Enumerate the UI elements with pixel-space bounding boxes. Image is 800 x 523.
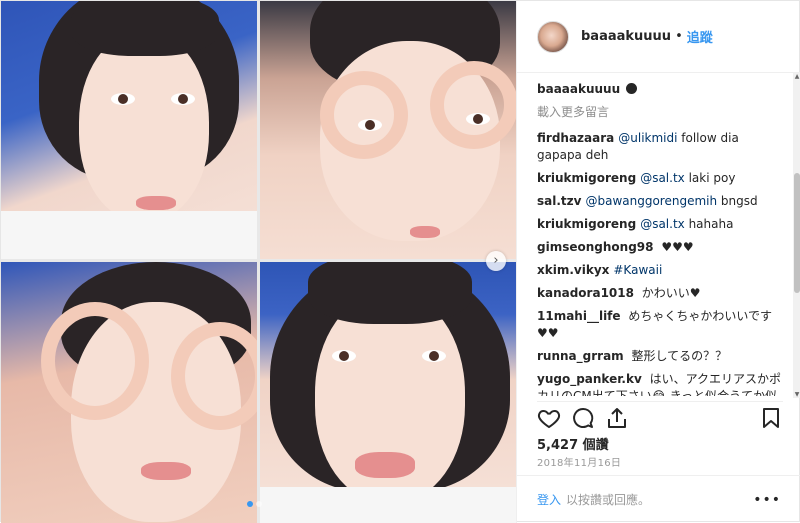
- login-link[interactable]: 登入: [537, 491, 561, 508]
- comment-mention[interactable]: @sal.tx: [640, 171, 685, 185]
- comment-item: runna_grram 整形してるの？？: [537, 348, 787, 365]
- face-shape: [79, 31, 209, 221]
- carousel-next-button[interactable]: ›: [486, 251, 506, 271]
- chevron-right-icon: ›: [493, 253, 499, 268]
- carousel-dots: [247, 501, 262, 507]
- comment-mention[interactable]: @sal.tx: [640, 217, 685, 231]
- comment-item: sal.tzv @bawanggorengemih bngsd: [537, 193, 787, 210]
- photo-tile-top-right: [260, 1, 516, 259]
- instagram-post: › baaaakuuuu • 追蹤 baaaakuuuu 載入更多留言 fird…: [0, 0, 800, 523]
- comment-text: hahaha: [688, 217, 734, 231]
- comment-item: kriukmigoreng @sal.tx hahaha: [537, 216, 787, 233]
- bangs-shape: [71, 1, 219, 56]
- action-bar: [537, 401, 783, 434]
- scrollbar-thumb[interactable]: [794, 173, 800, 293]
- comment-username[interactable]: sal.tzv: [537, 194, 581, 208]
- more-options-icon[interactable]: •••: [753, 492, 781, 508]
- comment-username[interactable]: 11mahi__life: [537, 309, 621, 323]
- mouth-shape: [410, 226, 440, 238]
- comment-mention[interactable]: @bawanggorengemih: [585, 194, 717, 208]
- carousel-dot: [256, 501, 262, 507]
- caption: baaaakuuuu: [537, 81, 787, 98]
- post-date: 2018年11月16日: [537, 458, 622, 469]
- comment-username[interactable]: kriukmigoreng: [537, 217, 636, 231]
- header-username[interactable]: baaaakuuuu: [581, 29, 671, 44]
- comment-mention[interactable]: @ulikmidi: [618, 131, 677, 145]
- like-count[interactable]: 5,427 個讚: [537, 434, 609, 453]
- caption-username[interactable]: baaaakuuuu: [537, 82, 620, 96]
- comment-username[interactable]: yugo_panker.kv: [537, 372, 642, 386]
- hand-shape: [320, 71, 408, 159]
- comment-item: firdhazaara @ulikmidi follow dia gapapa d…: [537, 130, 787, 164]
- comment-item: xkim.vikyx #Kawaii: [537, 262, 787, 279]
- hand-shape: [41, 302, 149, 420]
- shirt-shape: [1, 211, 257, 259]
- comment-item: 11mahi__life めちゃくちゃかわいいです♥♥: [537, 308, 787, 342]
- hand-shape: [430, 61, 516, 149]
- mouth-shape: [136, 196, 176, 210]
- load-more-comments-button[interactable]: 載入更多留言: [537, 104, 787, 121]
- post-side-panel: baaaakuuuu • 追蹤 baaaakuuuu 載入更多留言 firdha…: [516, 1, 800, 523]
- comment-text: かわいい♥: [641, 286, 701, 300]
- photo-tile-bottom-right: [260, 262, 516, 523]
- follow-button[interactable]: 追蹤: [687, 27, 713, 46]
- photo-tile-top-left: [1, 1, 257, 259]
- caption-emoji-icon: [626, 83, 638, 94]
- comment-text: laki poy: [688, 171, 736, 185]
- comment-text: 整形してるの？？: [631, 349, 728, 363]
- eye-shape: [171, 93, 195, 105]
- comment-item: gimseonghong98 ♥♥♥: [537, 239, 787, 256]
- login-bar: 登入 以按讚或回應。 •••: [517, 475, 800, 523]
- photo-tile-bottom-left: [1, 262, 257, 523]
- comment-username[interactable]: gimseonghong98: [537, 240, 653, 254]
- header-separator: •: [675, 29, 683, 44]
- avatar[interactable]: [537, 20, 569, 53]
- post-image-collage[interactable]: ›: [1, 1, 516, 523]
- eye-shape: [466, 113, 490, 125]
- comment-username[interactable]: runna_grram: [537, 349, 624, 363]
- comment-username[interactable]: kanadora1018: [537, 286, 634, 300]
- eye-shape: [358, 119, 382, 131]
- comment-item: yugo_panker.kv はい、アクエリアスかポカリのCM出て下さい😂 きっ…: [537, 371, 787, 396]
- comments-list[interactable]: baaaakuuuu 載入更多留言 firdhazaara @ulikmidi f…: [537, 81, 787, 396]
- comment-username[interactable]: kriukmigoreng: [537, 171, 636, 185]
- comment-text: ♥♥♥: [661, 240, 694, 254]
- scroll-up-arrow-icon[interactable]: ▲: [793, 73, 800, 80]
- comment-username[interactable]: firdhazaara: [537, 131, 614, 145]
- heart-icon[interactable]: [537, 406, 561, 430]
- comment-mention[interactable]: #Kawaii: [613, 263, 662, 277]
- login-prompt-text: 以按讚或回應。: [566, 493, 651, 507]
- eye-shape: [332, 350, 356, 362]
- comment-items: firdhazaara @ulikmidi follow dia gapapa d…: [537, 130, 787, 396]
- scroll-down-arrow-icon[interactable]: ▼: [793, 391, 800, 398]
- comment-username[interactable]: xkim.vikyx: [537, 263, 609, 277]
- bookmark-icon[interactable]: [759, 406, 783, 430]
- comments-scrollbar[interactable]: ▲ ▼: [793, 73, 800, 398]
- shirt-shape: [260, 487, 516, 523]
- bangs-shape: [308, 262, 472, 324]
- carousel-dot: [247, 501, 253, 507]
- comment-item: kanadora1018 かわいい♥: [537, 285, 787, 302]
- eye-shape: [422, 350, 446, 362]
- mouth-shape: [141, 462, 191, 480]
- comment-text: bngsd: [720, 194, 758, 208]
- share-icon[interactable]: [605, 406, 629, 430]
- post-header: baaaakuuuu • 追蹤: [517, 1, 800, 73]
- eye-shape: [111, 93, 135, 105]
- mouth-shape: [355, 452, 415, 478]
- comment-item: kriukmigoreng @sal.tx laki poy: [537, 170, 787, 187]
- comment-icon[interactable]: [571, 406, 595, 430]
